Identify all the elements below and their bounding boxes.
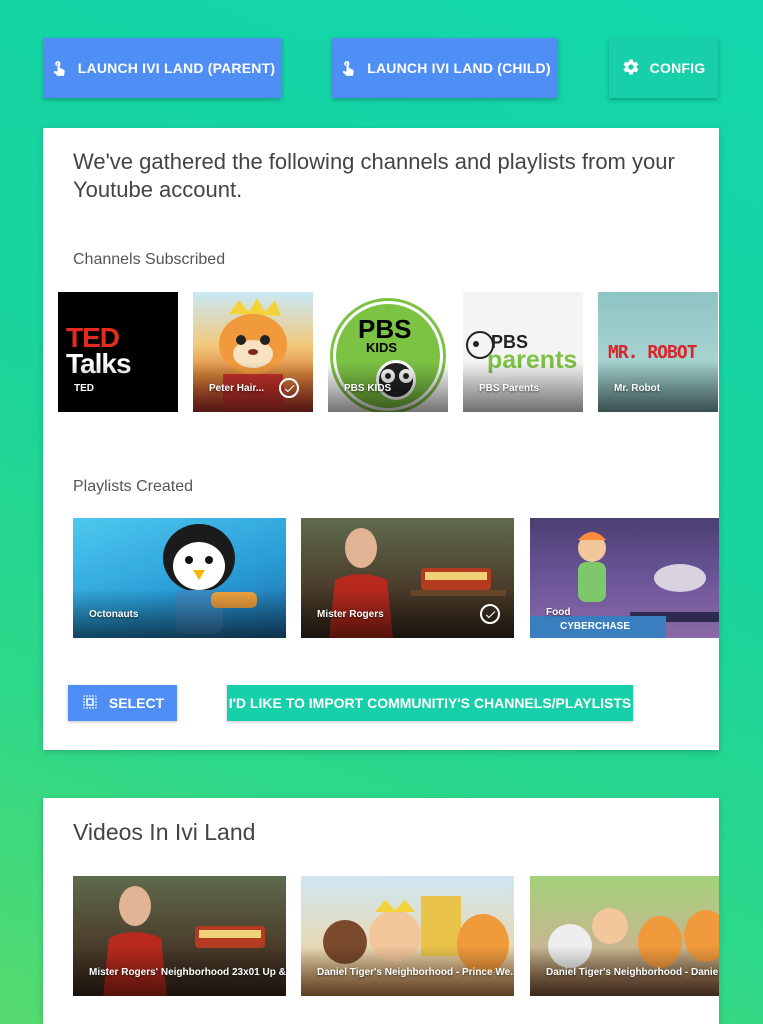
launch-child-label: LAUNCH IVI LAND (CHILD)	[367, 60, 551, 76]
channel-tile-mr-robot[interactable]: MR. ROBOT Mr. Robot	[598, 292, 718, 412]
video-tile[interactable]: Mister Rogers' Neighborhood 23x01 Up &..…	[73, 876, 286, 996]
playlist-name: Octonauts	[89, 609, 139, 620]
channel-tile-peter-hair[interactable]: Peter Hair...	[193, 292, 313, 412]
channel-name: PBS KIDS	[344, 383, 392, 394]
channels-strip[interactable]: TED Talks TED Peter Hair...	[58, 292, 719, 412]
playlist-tile-octonauts[interactable]: Octonauts	[73, 518, 286, 638]
import-card: We've gathered the following channels an…	[43, 128, 719, 750]
launch-child-button[interactable]: LAUNCH IVI LAND (CHILD)	[332, 38, 558, 98]
pbs-kids-logo-line2: KIDS	[366, 340, 398, 355]
config-button[interactable]: CONFIG	[609, 38, 718, 98]
channel-name: Peter Hair...	[209, 383, 265, 394]
channel-name: TED	[74, 383, 94, 394]
playlist-name: Food	[546, 607, 571, 618]
playlists-section-label: Playlists Created	[73, 478, 194, 495]
check-icon	[279, 378, 299, 398]
video-tile[interactable]: Daniel Tiger's Neighborhood - Prince We.…	[301, 876, 514, 996]
playlist-name: Mister Rogers	[317, 609, 384, 620]
select-label: SELECT	[108, 695, 165, 711]
channel-tile-ted[interactable]: TED Talks TED	[58, 292, 178, 412]
config-label: CONFIG	[649, 60, 706, 76]
gear-icon	[622, 58, 640, 79]
check-icon	[480, 604, 500, 624]
channel-tile-pbs-parents[interactable]: PBS parents PBS Parents	[463, 292, 583, 412]
videos-strip[interactable]: Mister Rogers' Neighborhood 23x01 Up &..…	[73, 876, 719, 996]
touch-icon	[339, 58, 357, 79]
launch-parent-label: LAUNCH IVI LAND (PARENT)	[77, 60, 276, 76]
import-community-button[interactable]: I'D LIKE TO IMPORT COMMUNITIY'S CHANNELS…	[227, 685, 633, 721]
launch-parent-button[interactable]: LAUNCH IVI LAND (PARENT)	[43, 38, 282, 98]
intro-title: We've gathered the following channels an…	[73, 149, 675, 202]
channels-section-label: Channels Subscribed	[73, 251, 226, 268]
mr-robot-logo: MR. ROBOT	[608, 342, 698, 363]
video-name: Daniel Tiger's Neighborhood - Prince We.…	[317, 967, 514, 978]
channel-name: Mr. Robot	[614, 383, 661, 394]
playlist-tile-food[interactable]: CYBERCHASE Food	[530, 518, 719, 638]
select-button[interactable]: SELECT	[68, 685, 177, 721]
channel-tile-pbs-kids[interactable]: PBS KIDS PBS KIDS	[328, 292, 448, 412]
import-label: I'D LIKE TO IMPORT COMMUNITIY'S CHANNELS…	[228, 695, 632, 711]
video-name: Daniel Tiger's Neighborhood - Daniel V	[546, 967, 719, 978]
playlist-tile-mister-rogers[interactable]: Mister Rogers	[301, 518, 514, 638]
videos-card: Videos In Ivi Land Mister Rogers' Neighb…	[43, 798, 719, 1024]
channel-name: PBS Parents	[479, 383, 540, 394]
touch-icon	[50, 58, 68, 79]
playlists-strip[interactable]: Octonauts Mister Rogers CYBERCHASE Food	[73, 518, 719, 638]
cyberchase-badge: CYBERCHASE	[530, 616, 666, 638]
select-all-icon	[81, 693, 99, 714]
video-tile[interactable]: Daniel Tiger's Neighborhood - Daniel V	[530, 876, 719, 996]
video-name: Mister Rogers' Neighborhood 23x01 Up &..…	[89, 967, 286, 978]
videos-title: Videos In Ivi Land	[73, 819, 256, 845]
